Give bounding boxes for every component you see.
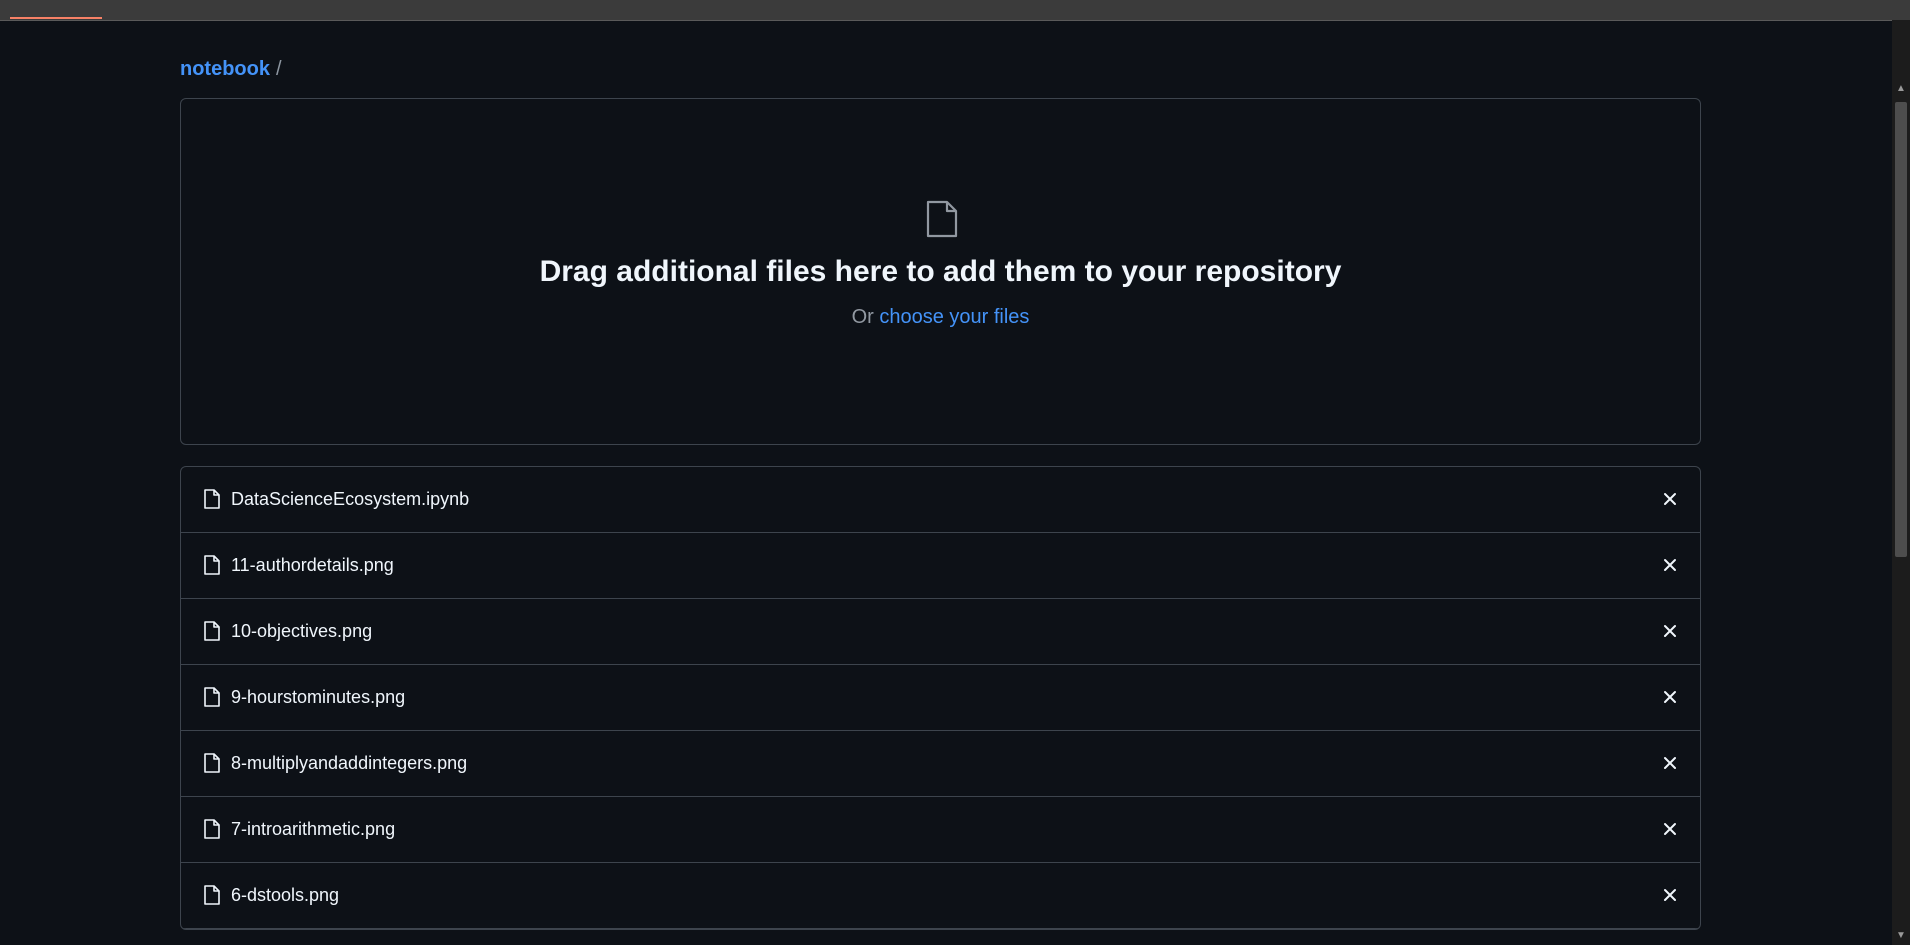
file-name: DataScienceEcosystem.ipynb xyxy=(231,489,470,509)
file-row: 6-dstools.png xyxy=(181,863,1700,929)
choose-files-link[interactable]: choose your files xyxy=(879,306,1029,328)
remove-file-button[interactable] xyxy=(1660,687,1680,707)
upload-page: notebook / Drag additional files here to… xyxy=(180,20,1701,930)
remove-file-button[interactable] xyxy=(1660,621,1680,641)
remove-file-button[interactable] xyxy=(1660,753,1680,773)
scrollbar-thumb[interactable] xyxy=(1895,102,1907,557)
breadcrumb-repo-link[interactable]: notebook xyxy=(180,58,270,81)
remove-file-button[interactable] xyxy=(1660,885,1680,905)
vertical-scrollbar[interactable]: ▲ ▼ xyxy=(1892,20,1910,945)
file-dropzone[interactable]: Drag additional files here to add them t… xyxy=(180,98,1701,445)
active-tab-indicator xyxy=(10,17,102,19)
file-row: 10-objectives.png xyxy=(181,599,1700,665)
file-name: 9-hourstominutes.png xyxy=(231,687,406,707)
file-icon xyxy=(204,555,220,575)
remove-file-button[interactable] xyxy=(1660,555,1680,575)
file-row: 8-multiplyandaddintegers.png xyxy=(181,731,1700,797)
file-row: DataScienceEcosystem.ipynb xyxy=(181,467,1700,533)
file-icon xyxy=(204,819,220,839)
file-icon xyxy=(204,885,220,905)
file-name: 6-dstools.png xyxy=(231,885,340,905)
dropzone-subtext: Or choose your files xyxy=(181,306,1700,329)
dropzone-headline: Drag additional files here to add them t… xyxy=(539,255,1342,288)
remove-file-button[interactable] xyxy=(1660,819,1680,839)
file-name: 10-objectives.png xyxy=(231,621,373,641)
browser-tab-strip xyxy=(0,0,1910,21)
file-icon xyxy=(204,489,220,509)
file-icon xyxy=(204,687,220,707)
file-name: 8-multiplyandaddintegers.png xyxy=(231,753,468,773)
remove-file-button[interactable] xyxy=(1660,489,1680,509)
breadcrumb-separator: / xyxy=(276,57,282,80)
scroll-down-arrow-icon[interactable]: ▼ xyxy=(1892,927,1910,945)
staged-file-list: DataScienceEcosystem.ipynb 11-authordeta… xyxy=(180,466,1701,930)
file-row: 9-hourstominutes.png xyxy=(181,665,1700,731)
file-icon xyxy=(204,753,220,773)
file-icon xyxy=(204,621,220,641)
file-name: 11-authordetails.png xyxy=(231,555,394,575)
file-row: 7-introarithmetic.png xyxy=(181,797,1700,863)
scroll-up-arrow-icon[interactable]: ▲ xyxy=(1892,80,1910,98)
file-row: 11-authordetails.png xyxy=(181,533,1700,599)
dropzone-or-text: Or xyxy=(851,306,874,328)
file-icon xyxy=(926,200,958,238)
breadcrumb: notebook / xyxy=(180,56,1701,82)
file-name: 7-introarithmetic.png xyxy=(231,819,396,839)
